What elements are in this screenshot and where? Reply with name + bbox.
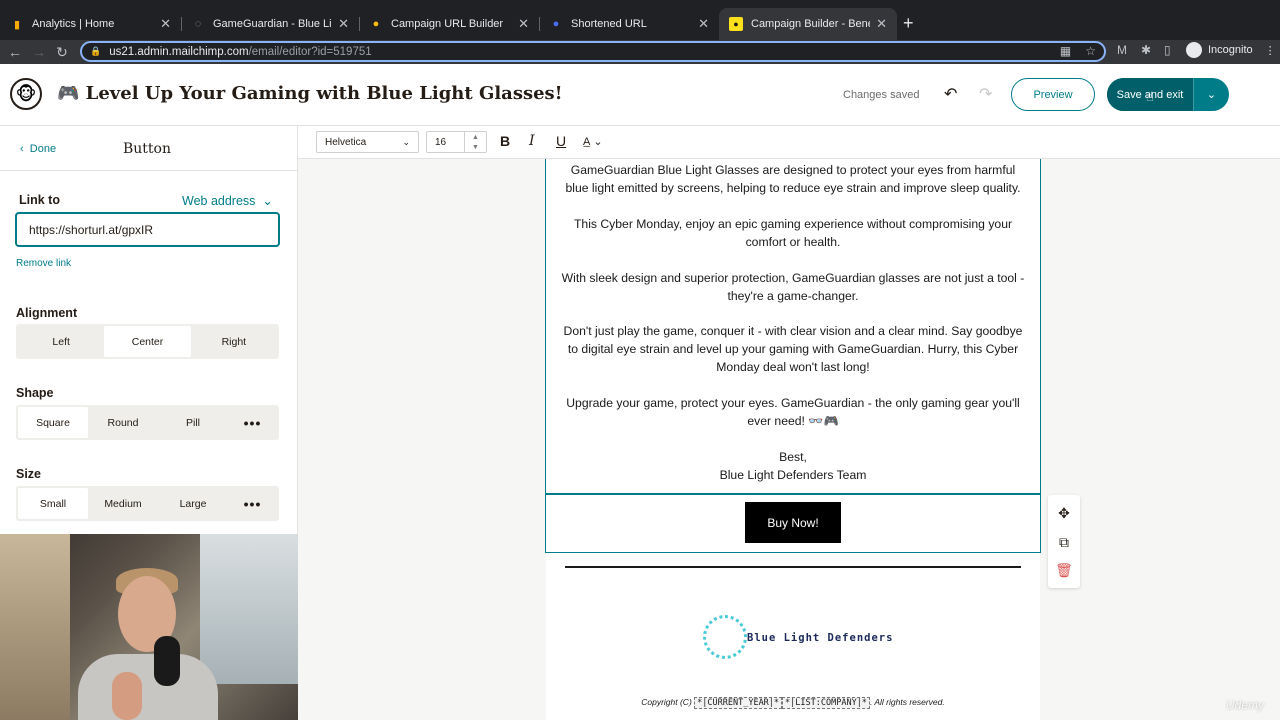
chevron-down-icon: ⌄	[402, 136, 410, 147]
size-medium-option[interactable]: Medium	[88, 488, 158, 519]
size-label: Size	[16, 467, 42, 481]
mouse-cursor-icon: ☝	[1146, 89, 1154, 104]
footer-copyright[interactable]: Copyright (C) *|CURRENT_YEAR|* *|LIST:COM…	[546, 697, 1040, 709]
link-icon: ●	[552, 18, 560, 30]
menu-icon[interactable]: ⋮	[1265, 44, 1276, 57]
presenter-webcam	[0, 534, 298, 720]
mailchimp-logo[interactable]: 🐵	[10, 78, 42, 110]
new-tab-icon[interactable]: +	[903, 14, 914, 32]
preview-button[interactable]: Preview	[1011, 78, 1095, 111]
extension-icon[interactable]: M	[1117, 43, 1127, 57]
divider-block[interactable]	[565, 566, 1021, 568]
link-url-input[interactable]	[15, 212, 280, 247]
tab-shortened-url[interactable]: ● Shortened URL ✕	[539, 8, 719, 40]
block-actions: ✥ ⧉ 🗑	[1048, 495, 1080, 588]
merge-tag-company: *|LIST:COMPANY|*	[782, 697, 870, 709]
more-options-icon[interactable]: •••	[228, 488, 277, 519]
shape-square-option[interactable]: Square	[18, 407, 88, 438]
merge-tag-year: *|CURRENT_YEAR|*	[694, 697, 783, 709]
size-small-option[interactable]: Small	[18, 488, 88, 519]
browser-tab-bar: ▮ Analytics | Home ✕ ◌ GameGuardian - Bl…	[0, 0, 1280, 40]
browser-toolbar: ← → ↻ 🔒 us21.admin.mailchimp.com/email/e…	[0, 40, 1280, 64]
brand-name: Blue Light Defenders	[747, 632, 894, 644]
divider	[0, 170, 298, 171]
mailchimp-icon: ●	[729, 17, 743, 31]
incognito-profile[interactable]: Incognito ⋮	[1186, 42, 1276, 58]
move-icon[interactable]: ✥	[1054, 503, 1074, 523]
bar-chart-icon: ▮	[13, 18, 21, 31]
qr-code-icon[interactable]: ▦	[1060, 44, 1071, 58]
tab-analytics[interactable]: ▮ Analytics | Home ✕	[0, 8, 182, 40]
puzzle-icon[interactable]: ✱	[1141, 43, 1151, 57]
done-button[interactable]: ‹ Done	[20, 143, 56, 155]
alignment-selector: Left Center Right	[16, 324, 279, 359]
shape-pill-option[interactable]: Pill	[158, 407, 228, 438]
close-icon[interactable]: ✕	[518, 16, 529, 32]
duplicate-icon[interactable]: ⧉	[1054, 532, 1074, 552]
close-icon[interactable]: ✕	[160, 16, 171, 32]
shape-selector: Square Round Pill •••	[16, 405, 279, 440]
builder-icon: ●	[372, 18, 380, 30]
align-right-option[interactable]: Right	[191, 326, 277, 357]
back-icon[interactable]: ←	[4, 40, 26, 64]
remove-link[interactable]: Remove link	[16, 258, 71, 269]
alignment-label: Alignment	[16, 306, 78, 320]
size-selector: Small Medium Large •••	[16, 486, 279, 521]
shape-round-option[interactable]: Round	[88, 407, 158, 438]
button-settings-panel: ‹ Done Button Link to Web address ⌄ Remo…	[0, 126, 298, 534]
panel-title: Button	[123, 141, 172, 157]
close-icon[interactable]: ✕	[876, 16, 887, 32]
bold-icon[interactable]: B	[500, 133, 510, 149]
shape-label: Shape	[16, 386, 54, 400]
udemy-watermark: Udemy	[1226, 698, 1265, 712]
forward-icon[interactable]: →	[28, 40, 50, 64]
text-format-toolbar: Helvetica ⌄ 16 ▲ ▼ B I U A̲ ⌄	[298, 126, 1280, 159]
trash-icon[interactable]: 🗑	[1054, 560, 1074, 580]
microphone-icon	[154, 636, 180, 686]
tab-campaign-url-builder[interactable]: ● Campaign URL Builder ✕	[359, 8, 540, 40]
tab-campaign-builder[interactable]: ● Campaign Builder - Benefit of ✕	[719, 8, 897, 40]
italic-icon[interactable]: I	[529, 133, 535, 149]
chevron-down-icon[interactable]: ▼	[472, 144, 479, 151]
align-center-option[interactable]: Center	[104, 326, 191, 357]
link-to-label: Link to	[19, 193, 60, 207]
reload-icon[interactable]: ↻	[51, 40, 73, 64]
loading-icon: ◌	[194, 18, 202, 30]
chevron-left-icon: ‹	[20, 143, 27, 155]
close-icon[interactable]: ✕	[698, 16, 709, 32]
underline-icon[interactable]: U	[556, 133, 566, 149]
brand-logo-icon	[703, 615, 747, 659]
close-icon[interactable]: ✕	[338, 16, 349, 32]
tab-gameguardian[interactable]: ◌ GameGuardian - Blue Light De ✕	[181, 8, 360, 40]
redo-icon[interactable]: ↷	[979, 84, 992, 104]
undo-icon[interactable]: ↶	[944, 84, 957, 104]
selected-text-block-outline	[545, 159, 1041, 494]
address-bar[interactable]: 🔒 us21.admin.mailchimp.com/email/editor?…	[80, 41, 1106, 62]
chevron-down-icon: ⌄	[262, 194, 273, 208]
chevron-up-icon[interactable]: ▲	[472, 134, 479, 141]
incognito-icon	[1186, 42, 1202, 58]
more-options-icon[interactable]: •••	[228, 407, 277, 438]
font-family-select[interactable]: Helvetica ⌄	[316, 131, 419, 153]
campaign-title[interactable]: 🎮 Level Up Your Gaming with Blue Light G…	[57, 83, 563, 104]
buy-now-button[interactable]: Buy Now!	[745, 502, 841, 543]
text-color-icon[interactable]: A̲ ⌄	[583, 135, 603, 148]
save-and-exit-button[interactable]: Save and exit ⌄	[1107, 78, 1229, 111]
editor-header: 🐵 🎮 Level Up Your Gaming with Blue Light…	[0, 64, 1280, 126]
sidebar-icon[interactable]: ▯	[1164, 43, 1171, 57]
link-type-select[interactable]: Web address ⌄	[182, 193, 273, 208]
size-large-option[interactable]: Large	[158, 488, 228, 519]
save-status: Changes saved	[843, 89, 920, 101]
lock-icon: 🔒	[90, 46, 102, 56]
font-size-stepper[interactable]: 16 ▲ ▼	[426, 131, 487, 153]
align-left-option[interactable]: Left	[18, 326, 104, 357]
bookmark-star-icon[interactable]: ☆	[1085, 44, 1096, 58]
chevron-down-icon[interactable]: ⌄	[1193, 78, 1229, 111]
